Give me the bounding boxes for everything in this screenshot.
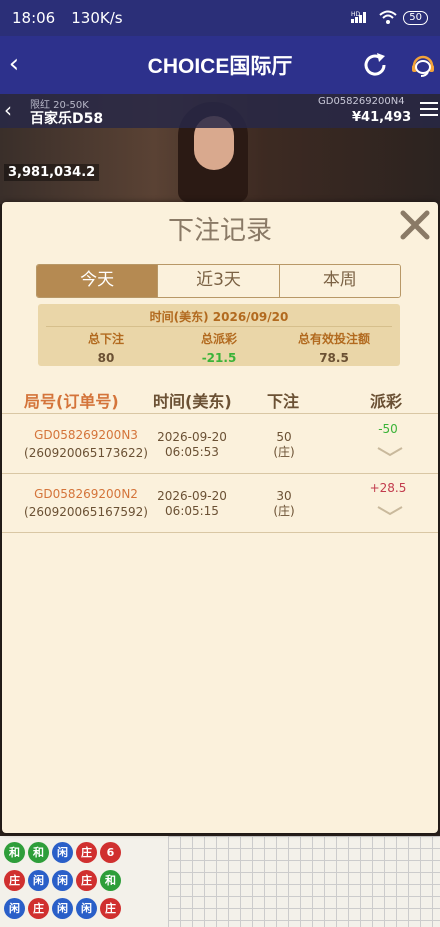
road-bead: 和 [4, 842, 25, 863]
order-number: (260920065167592) [24, 505, 148, 519]
signal-icon: HD [351, 10, 373, 27]
status-time: 18:06 [12, 9, 56, 27]
bet-amount: 30 [276, 489, 292, 503]
summary-divider [46, 326, 392, 327]
bet-amount: 50 [276, 430, 292, 444]
road-bead: 闲 [52, 870, 73, 891]
order-number: (260920065173622) [24, 446, 148, 460]
road-bead: 闲 [76, 898, 97, 919]
customer-service-icon[interactable] [408, 50, 438, 80]
total-payout-value: -21.5 [201, 351, 237, 365]
app-header: ‹ CHOICE国际厅 [0, 36, 440, 94]
bet-cell: 50 (庄) [264, 430, 304, 460]
table-name: 百家乐D58 [30, 111, 104, 127]
table-back-icon[interactable]: ‹ [4, 98, 12, 122]
road-bead: 庄 [4, 870, 25, 891]
table-game-id: GD058269200N4 [318, 96, 405, 107]
chevron-down-icon[interactable] [376, 503, 404, 517]
bead-grid: 和和闲庄6庄闲闲庄和闲庄闲闲庄 [0, 836, 165, 927]
column-time: 时间(美东) [153, 392, 232, 411]
game-number: GD058269200N2 [34, 487, 138, 501]
total-payout-label: 总派彩 [200, 332, 237, 346]
wifi-icon [379, 10, 397, 27]
road-bead: 庄 [76, 842, 97, 863]
time-cell: 2026-09-20 06:05:53 [152, 430, 232, 460]
road-bead: 庄 [28, 898, 49, 919]
road-bead: 闲 [4, 898, 25, 919]
summary-date: 时间(美东) 2026/09/20 [149, 310, 289, 324]
player-balance: 3,981,034.2 [4, 164, 100, 181]
bet-cell: 30 (庄) [264, 489, 304, 519]
table-row[interactable]: GD058269200N3 (260920065173622) 2026-09-… [2, 416, 438, 474]
bet-side: (庄) [273, 445, 295, 459]
road-bead: 庄 [76, 870, 97, 891]
order-cell: GD058269200N2 (260920065167592) [16, 485, 156, 521]
bead-road: 和和闲庄6庄闲闲庄和闲庄闲闲庄 [0, 836, 440, 927]
payout-value: -50 [378, 422, 398, 436]
account-balance: ¥41,493 [352, 110, 412, 125]
tab-today[interactable]: 今天 [37, 265, 158, 297]
total-bet-label: 总下注 [87, 332, 124, 346]
battery-icon: 50 [403, 11, 428, 25]
tab-this-week[interactable]: 本周 [278, 265, 400, 297]
road-bead: 闲 [52, 898, 73, 919]
refresh-icon[interactable] [360, 50, 390, 80]
modal-title: 下注记录 [167, 216, 272, 246]
bet-record-modal: 下注记录 今天 近3天 本周 时间(美东) 2026/09/20 总下注 80 … [2, 202, 438, 833]
table-info-bar: ‹ 限红 20-50K 百家乐D58 GD058269200N4 ¥41,493 [0, 94, 440, 128]
payout-value: +28.5 [369, 481, 407, 495]
table-row[interactable]: GD058269200N2 (260920065167592) 2026-09-… [2, 475, 438, 533]
menu-icon[interactable] [420, 102, 438, 116]
column-game-no: 局号(订单号) [24, 392, 119, 411]
total-bet: 总下注 80 [46, 330, 166, 365]
time-cell: 2026-09-20 06:05:15 [152, 489, 232, 519]
back-button[interactable]: ‹ [0, 46, 28, 84]
total-payout: 总派彩 -21.5 [159, 330, 279, 365]
chevron-down-icon[interactable] [376, 444, 404, 458]
tab-last-3-days[interactable]: 近3天 [157, 265, 279, 297]
big-road-grid [168, 836, 440, 927]
order-cell: GD058269200N3 (260920065173622) [16, 426, 156, 462]
road-bead: 6 [100, 842, 121, 863]
valid-bet: 总有效投注额 78.5 [274, 330, 394, 365]
column-payout: 派彩 [370, 392, 403, 411]
road-bead: 闲 [52, 842, 73, 863]
bet-side: (庄) [273, 504, 295, 518]
close-icon[interactable] [398, 208, 432, 242]
bet-date: 2026-09-20 [157, 489, 227, 503]
bet-time: 06:05:15 [165, 504, 219, 518]
network-speed: 130K/s [71, 9, 123, 27]
game-number: GD058269200N3 [34, 428, 138, 442]
table-header: 局号(订单号) 时间(美东) 下注 派彩 [2, 386, 438, 414]
column-bet: 下注 [267, 392, 300, 411]
date-range-tabs: 今天 近3天 本周 [36, 264, 401, 298]
status-bar: 18:06 130K/s HD 50 [0, 0, 440, 36]
bet-date: 2026-09-20 [157, 430, 227, 444]
road-bead: 闲 [28, 870, 49, 891]
bet-time: 06:05:53 [165, 445, 219, 459]
road-bead: 和 [28, 842, 49, 863]
valid-bet-label: 总有效投注额 [297, 332, 370, 346]
page-title: CHOICE国际厅 [147, 55, 293, 78]
total-bet-value: 80 [97, 351, 115, 365]
road-bead: 庄 [100, 898, 121, 919]
road-bead: 和 [100, 870, 121, 891]
valid-bet-value: 78.5 [319, 351, 349, 365]
bet-summary: 时间(美东) 2026/09/20 总下注 80 总派彩 -21.5 总有效投注… [38, 304, 400, 366]
